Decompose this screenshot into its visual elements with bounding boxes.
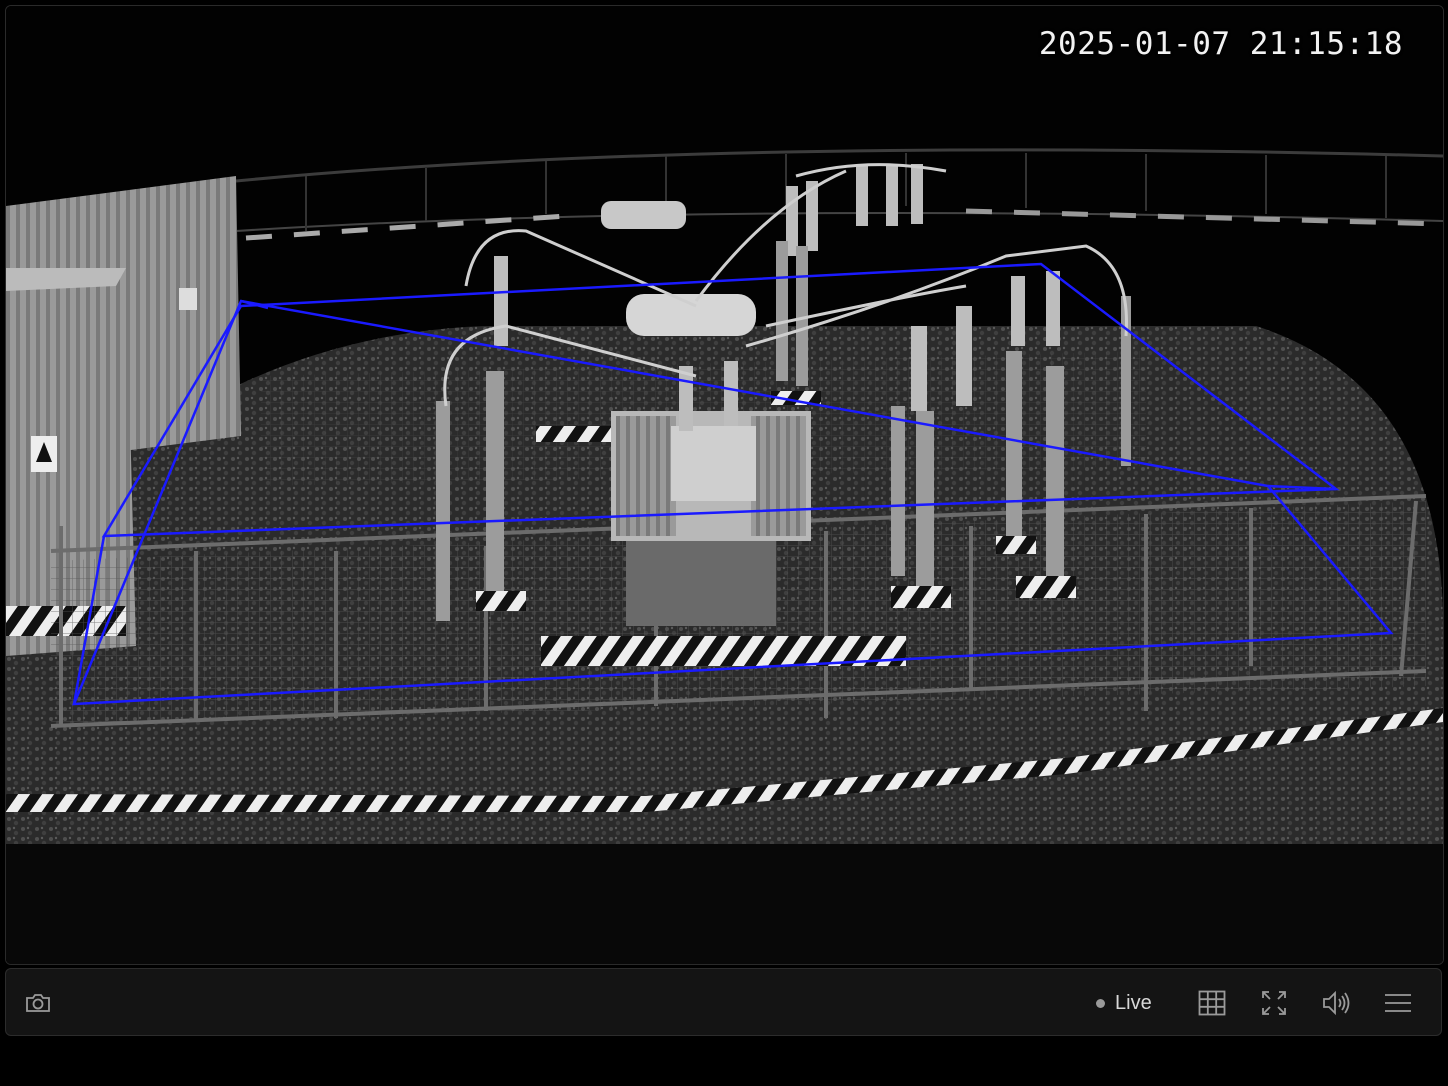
- grid-icon: [1198, 990, 1226, 1016]
- camera-viewport[interactable]: 2025-01-07 21:15:18: [5, 5, 1444, 965]
- live-label: Live: [1115, 991, 1152, 1014]
- camera-icon: [26, 994, 50, 1012]
- timestamp-overlay: 2025-01-07 21:15:18: [1038, 26, 1403, 62]
- menu-icon: [1385, 994, 1411, 1012]
- fullscreen-button[interactable]: [1254, 983, 1294, 1023]
- camera-feed: [6, 6, 1443, 964]
- fullscreen-icon: [1262, 991, 1286, 1015]
- live-indicator[interactable]: Live: [1096, 989, 1152, 1017]
- volume-icon: [1323, 990, 1350, 1016]
- player-toolbar: Live: [5, 968, 1442, 1036]
- snapshot-button[interactable]: [18, 983, 58, 1023]
- live-dot: [1096, 998, 1105, 1008]
- menu-button[interactable]: [1378, 983, 1418, 1023]
- volume-button[interactable]: [1316, 983, 1356, 1023]
- grid-layout-button[interactable]: [1192, 983, 1232, 1023]
